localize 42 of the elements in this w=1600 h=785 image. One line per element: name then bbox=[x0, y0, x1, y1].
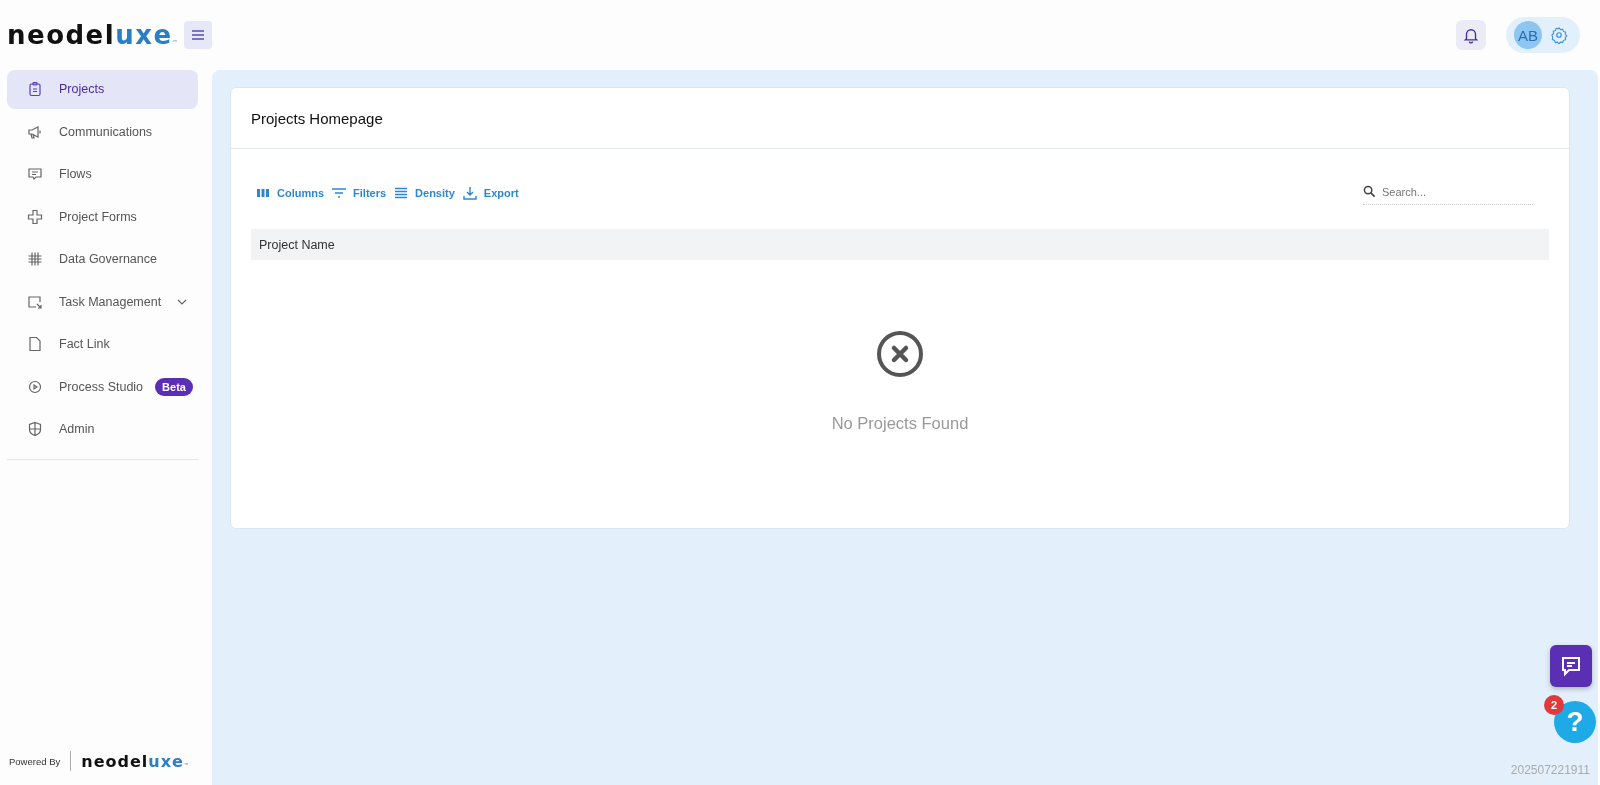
shield-icon bbox=[27, 421, 43, 438]
sidebar-item[interactable]: Task Management bbox=[7, 282, 198, 321]
download-icon bbox=[462, 186, 477, 200]
toolbar-button[interactable]: Density bbox=[394, 186, 455, 200]
toolbar-button[interactable]: Filters bbox=[332, 186, 387, 200]
chevron-down-icon[interactable] bbox=[177, 298, 188, 305]
task-icon bbox=[27, 293, 43, 310]
empty-message: No Projects Found bbox=[831, 414, 969, 433]
no-results-icon bbox=[876, 330, 924, 378]
chat-button[interactable] bbox=[1550, 645, 1592, 687]
sidebar-item[interactable]: Flows bbox=[7, 155, 198, 194]
sidebar-item[interactable]: Fact Link bbox=[7, 325, 198, 364]
beta-badge: Beta bbox=[155, 377, 193, 396]
column-header[interactable]: Project Name bbox=[259, 237, 335, 252]
columns-icon bbox=[256, 186, 270, 200]
density-icon bbox=[394, 186, 409, 200]
menu-button[interactable] bbox=[183, 21, 212, 49]
search-field[interactable]: Search... bbox=[1382, 185, 1522, 198]
bell-icon bbox=[1462, 26, 1480, 44]
grid-icon bbox=[27, 251, 43, 268]
search-icon bbox=[1363, 185, 1376, 198]
file-icon bbox=[27, 336, 43, 353]
build-number: 202507221911 bbox=[1510, 763, 1590, 777]
page-title: Projects Homepage bbox=[251, 109, 383, 127]
filter-icon bbox=[332, 186, 347, 200]
clipboard-icon bbox=[27, 81, 43, 98]
chat-icon bbox=[1560, 655, 1582, 677]
toolbar-button[interactable]: Export bbox=[462, 186, 519, 200]
notification-badge: 2 bbox=[1544, 695, 1564, 715]
sidebar-item[interactable]: Admin bbox=[7, 410, 198, 449]
settings-icon[interactable] bbox=[1550, 26, 1568, 44]
sidebar-item[interactable]: Communications bbox=[7, 112, 198, 151]
notification-button[interactable] bbox=[1456, 20, 1486, 50]
sidebar-item[interactable]: Project Forms bbox=[7, 197, 198, 236]
sidebar-item[interactable]: Projects bbox=[7, 70, 198, 109]
megaphone-icon bbox=[27, 123, 43, 140]
sidebar-item[interactable]: Data Governance bbox=[7, 240, 198, 279]
toolbar-button[interactable]: Columns bbox=[256, 186, 325, 200]
powered-by-label: Powered By bbox=[9, 755, 61, 767]
plus-icon bbox=[27, 208, 43, 225]
menu-icon bbox=[190, 29, 205, 41]
sidebar-item[interactable]: Process Studio Beta bbox=[7, 367, 198, 406]
